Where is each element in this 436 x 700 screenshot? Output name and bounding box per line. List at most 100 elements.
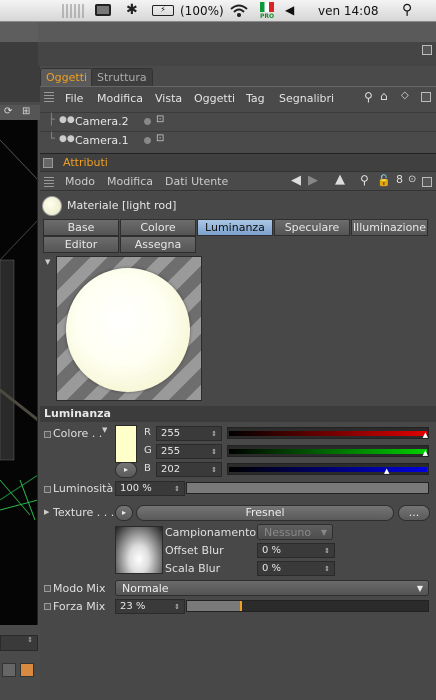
menu-file[interactable]: File <box>65 92 83 105</box>
menu-modifica[interactable]: Modifica <box>107 175 153 188</box>
texture-expand-icon[interactable]: ▶ <box>44 508 49 516</box>
mix-mode-dropdown[interactable]: Normale ▼ <box>115 580 429 596</box>
camera-tag-icon[interactable]: ⊡ <box>156 114 164 125</box>
brightness-slider[interactable] <box>186 482 429 494</box>
r-field[interactable]: 255 ⇕ <box>156 426 222 441</box>
clock[interactable]: ven 14:08 <box>318 3 379 19</box>
grip-icon[interactable] <box>44 92 54 102</box>
preview-collapse-icon[interactable]: ▼ <box>45 258 50 266</box>
material-thumbnail <box>42 196 62 216</box>
r-slider[interactable]: ▲ <box>227 427 429 439</box>
b-slider[interactable]: ▲ <box>227 463 429 475</box>
object-name[interactable]: Camera.2 <box>75 115 129 128</box>
expand-icon[interactable]: ◇ <box>401 90 409 101</box>
brightness-field[interactable]: 100 % ⇕ <box>115 481 185 496</box>
mix-mode-anim-checkbox[interactable] <box>44 585 51 592</box>
forward-arrow-icon[interactable]: ▶ <box>308 173 318 188</box>
material-preview[interactable] <box>56 256 202 401</box>
menu-dati-utente[interactable]: Dati Utente <box>165 175 228 188</box>
mix-strength-field[interactable]: 23 % ⇕ <box>115 599 185 614</box>
battery-icon[interactable]: ⚡ <box>152 5 174 16</box>
viewport-refresh-icon[interactable]: ⟳ <box>4 106 12 117</box>
tab-luminanza[interactable]: Luminanza <box>197 219 273 236</box>
g-stepper-icon[interactable]: ⇕ <box>211 445 217 459</box>
object-name[interactable]: Camera.1 <box>75 134 129 147</box>
new-panel-icon[interactable] <box>422 177 432 187</box>
menu-oggetti[interactable]: Oggetti <box>194 92 235 105</box>
brightness-stepper-icon[interactable]: ⇕ <box>174 482 180 496</box>
volume-icon[interactable]: ◀ <box>285 3 294 17</box>
search-icon[interactable]: ⚲ <box>364 90 373 104</box>
bluetooth-icon[interactable]: ✱ <box>126 2 138 18</box>
lock-icon[interactable]: 🔓 <box>377 174 391 187</box>
color-swatch[interactable] <box>115 425 137 463</box>
mix-strength-slider[interactable] <box>186 600 429 612</box>
up-arrow-icon[interactable]: ▲ <box>335 172 345 187</box>
display-icon[interactable] <box>95 4 111 16</box>
attributes-panel-icon[interactable] <box>43 158 53 168</box>
spotlight-search-icon[interactable]: ⚲ <box>402 2 412 18</box>
menu-tag[interactable]: Tag <box>246 92 265 105</box>
sampling-dropdown[interactable]: Nessuno ▼ <box>257 524 333 540</box>
color-options-icon[interactable]: ▼ <box>102 426 107 434</box>
tab-base[interactable]: Base <box>43 219 119 236</box>
tab-oggetti[interactable]: Oggetti <box>40 68 94 86</box>
b-field[interactable]: 202 ⇕ <box>156 462 222 477</box>
scale-blur-field[interactable]: 0 % ⇕ <box>257 561 335 576</box>
offset-blur-stepper-icon[interactable]: ⇕ <box>324 544 330 558</box>
r-stepper-icon[interactable]: ⇕ <box>211 427 217 441</box>
b-slider-handle-icon[interactable]: ▲ <box>384 467 389 475</box>
tab-colore[interactable]: Colore <box>120 219 196 236</box>
r-slider-handle-icon[interactable]: ▲ <box>423 431 428 439</box>
new-panel-icon[interactable] <box>421 92 431 102</box>
mix-strength-anim-checkbox[interactable] <box>44 603 51 610</box>
texture-preview[interactable] <box>115 526 163 574</box>
menu-segnalibri[interactable]: Segnalibri <box>279 92 334 105</box>
pin-icon[interactable]: ⊙ <box>408 174 416 185</box>
texture-more-button[interactable]: ... <box>398 505 430 521</box>
mix-strength-slider-fill <box>187 601 243 611</box>
list-item[interactable]: ├ ●● Camera.2 ⊡ <box>40 112 436 130</box>
tab-illuminazione[interactable]: Illuminazione <box>351 219 428 236</box>
menu-vista[interactable]: Vista <box>155 92 182 105</box>
menu-modifica[interactable]: Modifica <box>97 92 143 105</box>
settings-icon[interactable]: 8 <box>396 173 403 186</box>
grip-icon[interactable] <box>44 177 54 187</box>
menu-modo[interactable]: Modo <box>65 175 95 188</box>
camera-tag-icon[interactable]: ⊡ <box>156 133 164 144</box>
visibility-dot[interactable] <box>144 137 151 144</box>
input-source-flag-icon[interactable] <box>260 2 274 12</box>
texture-shader-button[interactable]: Fresnel <box>136 505 394 521</box>
wifi-icon[interactable] <box>229 3 249 22</box>
panel-close-icon[interactable] <box>422 45 432 55</box>
b-stepper-icon[interactable]: ⇕ <box>211 463 217 477</box>
scale-blur-stepper-icon[interactable]: ⇕ <box>324 562 330 576</box>
tab-assegna[interactable]: Assegna <box>120 236 196 253</box>
mix-strength-stepper-icon[interactable]: ⇕ <box>174 600 180 614</box>
tab-speculare[interactable]: Speculare <box>274 219 350 236</box>
home-icon[interactable]: ⌂ <box>380 89 388 103</box>
g-slider[interactable]: ▲ <box>227 445 429 457</box>
tab-editor[interactable]: Editor <box>43 236 119 253</box>
attributes-title[interactable]: Attributi <box>63 156 108 169</box>
g-field[interactable]: 255 ⇕ <box>156 444 222 459</box>
search-icon[interactable]: ⚲ <box>360 173 369 187</box>
color-picker-button[interactable]: ▸ <box>115 462 137 478</box>
list-item[interactable]: └ ●● Camera.1 ⊡ <box>40 131 436 149</box>
g-slider-handle-icon[interactable]: ▲ <box>423 449 428 457</box>
r-gradient <box>229 431 427 436</box>
3d-viewport[interactable] <box>0 120 38 625</box>
viewport-options-icon[interactable]: ⊞ <box>22 106 30 117</box>
color-label: Colore . . <box>53 427 103 440</box>
layout-icon[interactable] <box>20 663 34 677</box>
tab-struttura[interactable]: Struttura <box>91 68 153 86</box>
visibility-dot[interactable] <box>144 118 151 125</box>
color-anim-checkbox[interactable] <box>44 431 51 438</box>
back-arrow-icon[interactable]: ◀ <box>291 173 301 188</box>
brightness-anim-checkbox[interactable] <box>44 486 51 493</box>
tool-icon[interactable] <box>2 663 16 677</box>
left-field[interactable]: ⇕ <box>0 635 38 651</box>
viewport-top-strip <box>0 22 40 42</box>
offset-blur-field[interactable]: 0 % ⇕ <box>257 543 335 558</box>
texture-options-button[interactable]: ▸ <box>115 505 133 521</box>
